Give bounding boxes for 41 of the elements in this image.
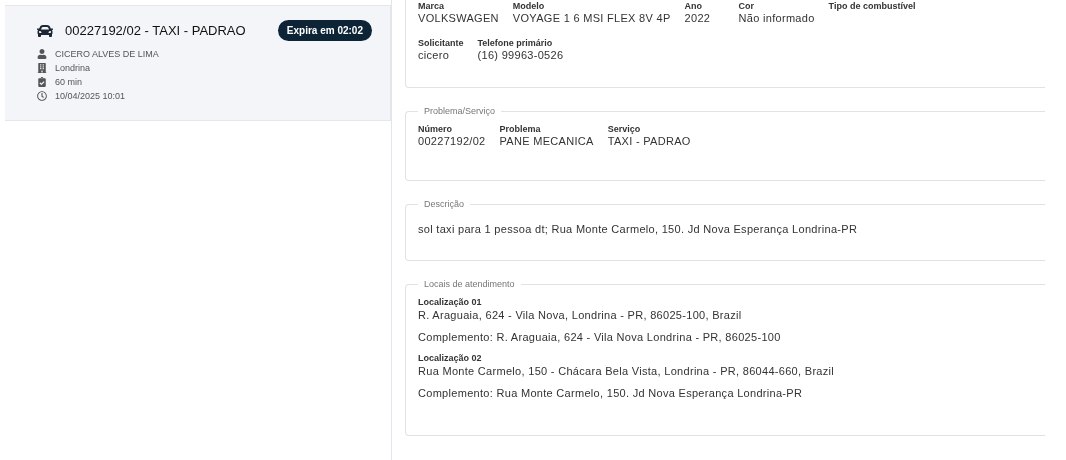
order-card[interactable]: 00227192/02 - TAXI - PADRAO Expira em 02:02 CICERO ALVES DE LIMA Londrina 60 min 10/04/2025 10:01 <box>5 5 391 121</box>
description-text: sol taxi para 1 pessoa dt; Rua Monte Carmelo, 150. Jd Nova Esperança Londrina-PR <box>418 223 859 235</box>
car-icon <box>37 22 53 39</box>
order-detail: Londrina <box>55 63 91 73</box>
field-label: Modelo <box>512 1 546 11</box>
section-legend: Problema/Serviço <box>418 106 502 116</box>
address-text: R. Araguaia, 624 - Vila Nova, Londrina - PR, 86025-100, Brazil <box>418 309 743 321</box>
field-label: Problema <box>499 124 542 134</box>
field-value: 00227192/02 <box>418 135 486 147</box>
field-label: Cor <box>738 1 756 11</box>
expiry-badge: Expira em 02:02 <box>277 20 372 41</box>
person-icon <box>37 49 47 59</box>
clipboard-icon <box>37 77 47 87</box>
field-label: Número <box>418 124 453 134</box>
building-icon <box>37 63 47 73</box>
order-detail: 10/04/2025 10:01 <box>55 91 126 101</box>
complement-text: Complemento: Rua Monte Carmelo, 150. Jd Nova Esperança Londrina-PR <box>418 387 804 399</box>
field-label: Tipo de combustível <box>828 1 916 11</box>
field-label: Serviço <box>607 124 642 134</box>
field-value: VOYAGE 1 6 MSI FLEX 8V 4P <box>512 12 671 24</box>
section-legend: Locais de atendimento <box>418 279 521 289</box>
field-value: VOLKSWAGEN <box>418 12 499 24</box>
location-label: Localização 02 <box>418 353 483 363</box>
field-value: cicero <box>418 49 451 61</box>
field-label: Marca <box>418 1 445 11</box>
field-label: Ano <box>684 1 704 11</box>
field-label: Solicitante <box>418 38 464 48</box>
field-value: TAXI - PADRAO <box>607 135 691 147</box>
field-value: (16) 99963-0526 <box>477 49 564 61</box>
complement-text: Complemento: R. Araguaia, 624 - Vila Nova Londrina - PR, 86025-100 <box>418 331 782 343</box>
order-title: 00227192/02 - TAXI - PADRAO <box>65 23 247 38</box>
section-legend: Descrição <box>418 199 470 209</box>
order-detail: CICERO ALVES DE LIMA <box>55 49 159 59</box>
order-detail: 60 min <box>55 77 82 87</box>
field-value: 2022 <box>684 12 712 24</box>
field-value: Não informado <box>738 12 815 24</box>
address-text: Rua Monte Carmelo, 150 - Chácara Bela Vista, Londrina - PR, 86044-660, Brazil <box>418 365 836 377</box>
location-label: Localização 01 <box>418 297 483 307</box>
field-label: Telefone primário <box>477 38 554 48</box>
clock-icon <box>37 91 47 101</box>
field-value: PANE MECANICA <box>499 135 594 147</box>
